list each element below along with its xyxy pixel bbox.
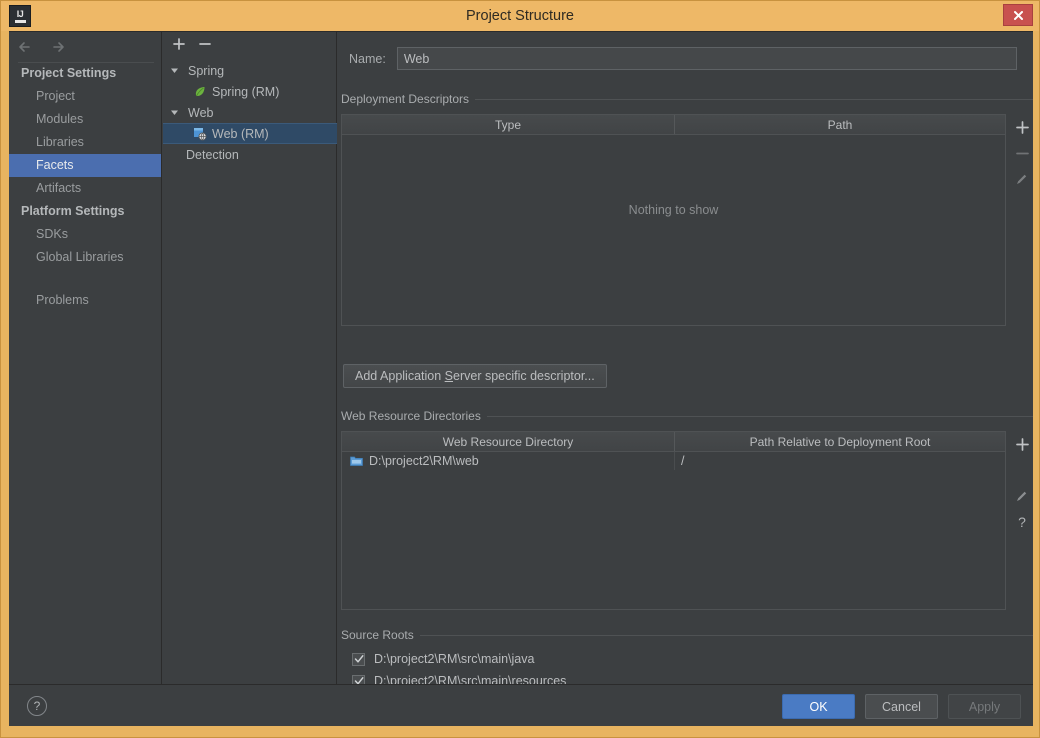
page-title: Project Structure: [466, 8, 574, 24]
remove-icon[interactable]: [1009, 140, 1035, 166]
facet-tree-panel: Spring Spring (RM) Web Web (RM) Detectio…: [163, 32, 337, 684]
empty-state-text: Nothing to show: [628, 203, 719, 217]
dialog-footer: ? OK Cancel Apply: [9, 684, 1033, 726]
remove-icon[interactable]: [199, 38, 211, 53]
group-label: Source Roots: [341, 628, 414, 642]
spring-leaf-icon: [193, 85, 210, 98]
tree-node-label: Detection: [186, 147, 239, 162]
column-header-path[interactable]: Path: [675, 115, 1005, 134]
settings-sidebar: Project Settings Project Modules Librari…: [9, 32, 162, 684]
chevron-down-icon[interactable]: [170, 108, 186, 117]
facet-detail-panel: Name: Deployment Descriptors Type Path N…: [338, 32, 1035, 688]
sidebar-item-problems[interactable]: Problems: [9, 269, 161, 311]
tree-node-label: Web (RM): [212, 126, 269, 141]
tree-node-label: Web: [188, 105, 214, 120]
source-roots-title: Source Roots: [341, 628, 1033, 642]
column-header-web-resource-directory[interactable]: Web Resource Directory: [342, 432, 675, 451]
sidebar-item-global-libraries[interactable]: Global Libraries: [9, 246, 161, 269]
deployment-descriptors-toolbar: [1009, 114, 1035, 192]
add-app-server-descriptor-button[interactable]: Add Application Server specific descript…: [343, 364, 607, 388]
divider: [486, 415, 1033, 417]
divider: [475, 98, 1033, 100]
divider: [419, 634, 1033, 636]
dialog-content: Project Settings Project Modules Librari…: [9, 31, 1035, 726]
button-label-suffix: erver specific descriptor...: [453, 369, 595, 383]
tree-node-spring-group[interactable]: Spring: [163, 60, 337, 81]
group-label: Web Resource Directories: [341, 409, 481, 423]
column-header-type[interactable]: Type: [342, 115, 675, 134]
apply-button[interactable]: Apply: [948, 694, 1021, 719]
facet-tree-toolbar: [163, 32, 337, 58]
sidebar-item-facets[interactable]: Facets: [9, 154, 161, 177]
add-icon[interactable]: [173, 37, 185, 53]
source-root-label: D:\project2\RM\src\main\java: [374, 652, 535, 666]
project-structure-dialog: IJ Project Structure Project Settings Pr…: [0, 0, 1040, 738]
web-facet-icon: [193, 127, 210, 141]
add-icon[interactable]: [1009, 114, 1035, 140]
tree-node-label: Spring (RM): [212, 84, 280, 99]
chevron-down-icon[interactable]: [170, 66, 186, 75]
intellij-idea-icon: IJ: [9, 5, 31, 27]
help-question-icon[interactable]: ?: [27, 696, 47, 716]
arrow-right-icon[interactable]: [49, 40, 69, 57]
tree-node-web-group[interactable]: Web: [163, 102, 337, 123]
sidebar-list: Project Settings Project Modules Librari…: [9, 62, 161, 311]
title-bar: IJ Project Structure: [1, 1, 1039, 31]
add-icon[interactable]: [1009, 431, 1035, 457]
tree-node-spring-rm[interactable]: Spring (RM): [163, 81, 337, 102]
web-resource-directories-table[interactable]: Web Resource Directory Path Relative to …: [341, 431, 1006, 610]
table-row[interactable]: D:\project2\RM\web /: [342, 452, 1005, 470]
table-header: Type Path: [342, 115, 1005, 135]
table-header: Web Resource Directory Path Relative to …: [342, 432, 1005, 452]
remove-icon[interactable]: [1009, 457, 1035, 483]
web-resource-directory-cell: D:\project2\RM\web: [342, 452, 675, 470]
name-row: Name:: [349, 47, 1017, 70]
column-header-path-relative[interactable]: Path Relative to Deployment Root: [675, 432, 1005, 451]
tree-node-label: Spring: [188, 63, 225, 78]
close-icon[interactable]: [1003, 4, 1033, 26]
cancel-button[interactable]: Cancel: [865, 694, 938, 719]
ok-button[interactable]: OK: [782, 694, 855, 719]
sidebar-item-artifacts[interactable]: Artifacts: [9, 177, 161, 200]
source-root-item[interactable]: D:\project2\RM\src\main\java: [352, 648, 1006, 670]
directory-path: D:\project2\RM\web: [369, 454, 479, 468]
deployment-descriptors-table[interactable]: Type Path Nothing to show: [341, 114, 1006, 326]
name-input[interactable]: [396, 47, 1017, 70]
tree-node-web-rm[interactable]: Web (RM): [163, 123, 337, 144]
help-icon[interactable]: ?: [1009, 509, 1035, 535]
relative-path-cell: /: [681, 454, 685, 468]
web-resource-directories-toolbar: ?: [1009, 431, 1035, 535]
tree-node-detection[interactable]: Detection: [163, 144, 337, 165]
folder-icon: [350, 455, 363, 467]
sidebar-item-modules[interactable]: Modules: [9, 108, 161, 131]
sidebar-item-project[interactable]: Project: [9, 85, 161, 108]
checkbox-checked-icon[interactable]: [352, 652, 365, 666]
navigation-arrows: [15, 40, 69, 57]
facet-tree-list: Spring Spring (RM) Web Web (RM) Detectio…: [163, 60, 337, 165]
edit-pencil-icon[interactable]: [1009, 166, 1035, 192]
button-label-prefix: Add Application: [355, 369, 445, 383]
web-resource-directories-title: Web Resource Directories: [341, 409, 1033, 423]
footer-button-group: OK Cancel Apply: [782, 694, 1021, 719]
sidebar-item-libraries[interactable]: Libraries: [9, 131, 161, 154]
button-label-mnemonic: S: [444, 369, 453, 383]
sidebar-group-project-settings: Project Settings: [21, 66, 117, 80]
deployment-descriptors-title: Deployment Descriptors: [341, 92, 1033, 106]
sidebar-item-sdks[interactable]: SDKs: [9, 223, 161, 246]
sidebar-group-platform-settings: Platform Settings: [21, 204, 125, 218]
group-label: Deployment Descriptors: [341, 92, 470, 106]
arrow-left-icon[interactable]: [15, 40, 35, 57]
edit-pencil-icon[interactable]: [1009, 483, 1035, 509]
name-label: Name:: [349, 51, 386, 66]
